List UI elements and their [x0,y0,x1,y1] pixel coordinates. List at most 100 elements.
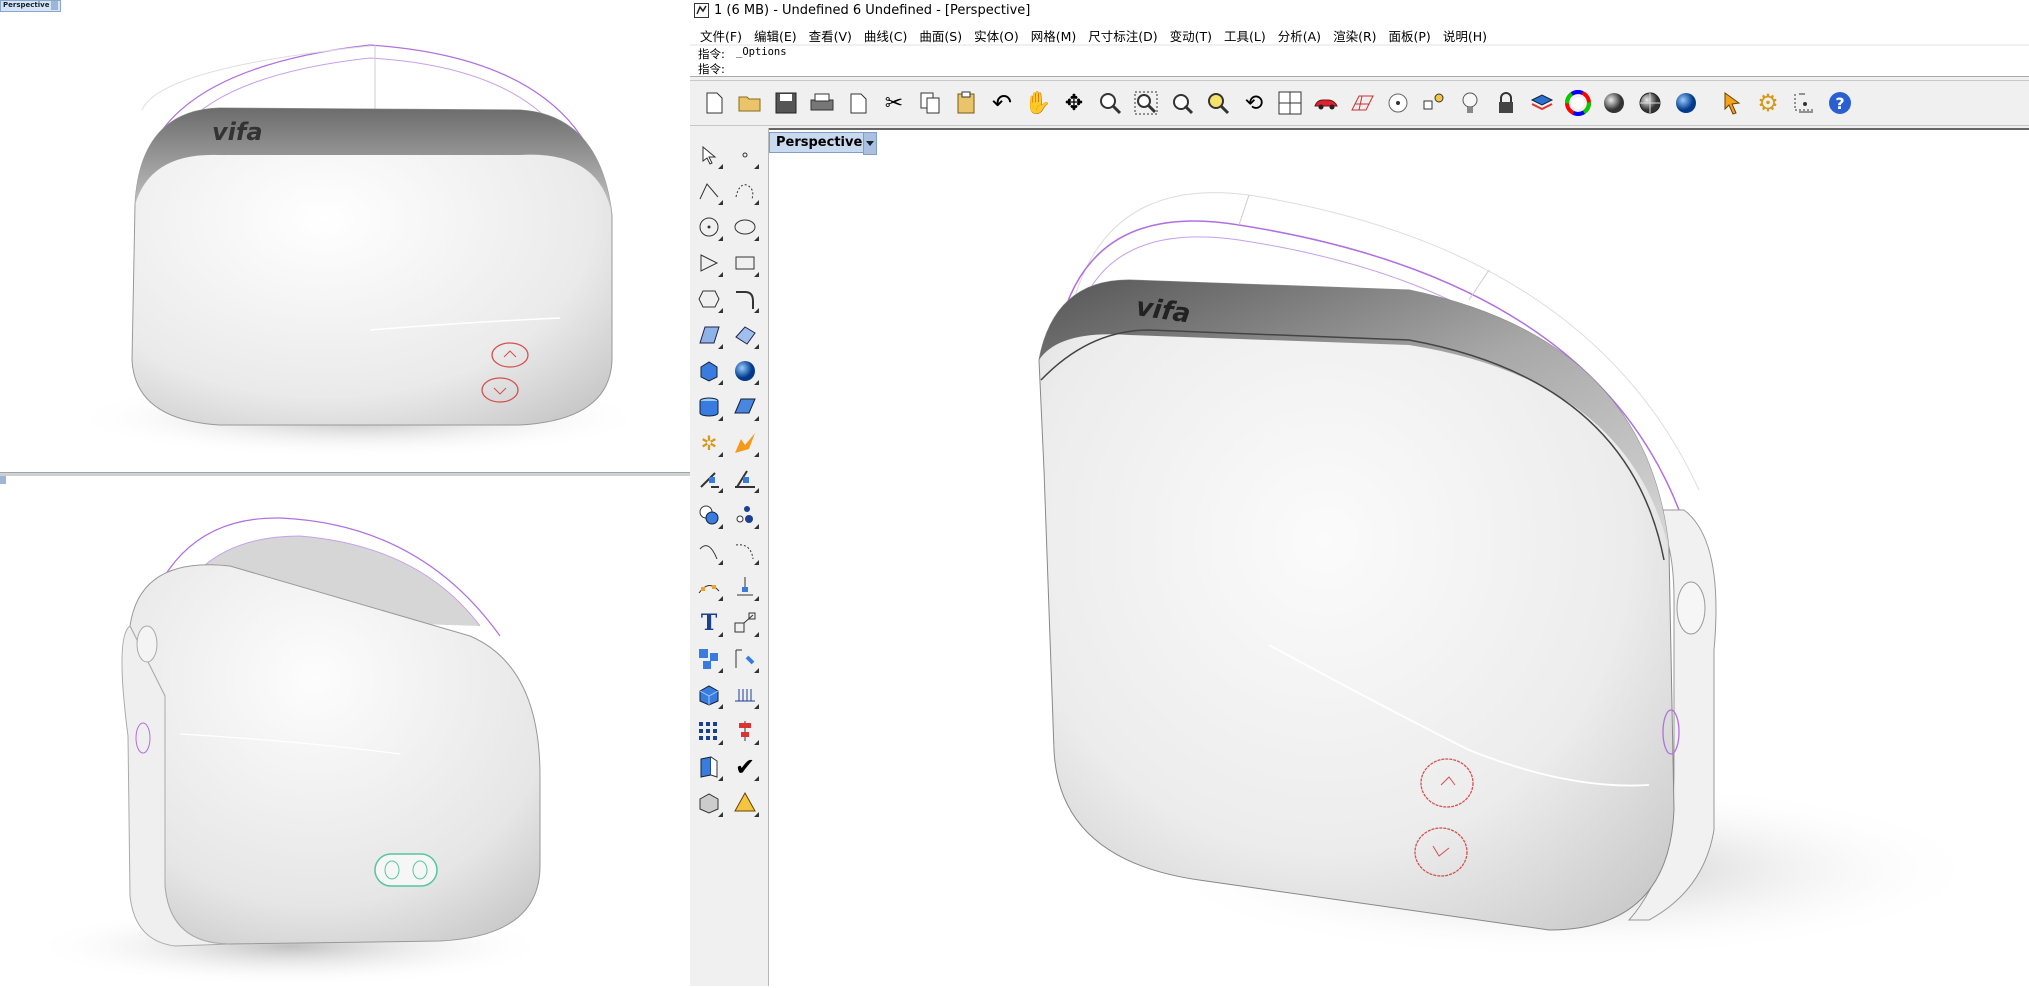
top-left-viewport[interactable]: Perspective vifa [0,0,690,472]
rotate-view-icon[interactable]: ✥ [1060,89,1088,117]
rotate-camera-icon[interactable]: ⟲ [1240,89,1268,117]
lock-icon[interactable] [1492,89,1520,117]
fillet-icon[interactable] [730,536,760,566]
command-prompt-label: 指令: [698,62,725,76]
shaded-sphere-icon[interactable] [1600,89,1628,117]
scale-icon[interactable] [730,608,760,638]
menu-transform[interactable]: 变动(T) [1164,22,1218,45]
point-snap-icon[interactable] [1384,89,1412,117]
settings-gear-icon[interactable]: ⚙ [1754,89,1782,117]
svg-text:?: ? [1835,94,1844,113]
view-pages-icon[interactable] [694,752,724,782]
open-folder-icon[interactable] [736,89,764,117]
project-icon[interactable] [730,572,760,602]
new-file-icon[interactable] [700,89,728,117]
menu-bar: 文件(F) 编辑(E) 查看(V) 曲线(C) 曲面(S) 实体(O) 网格(M) 尺寸标注(… [690,22,2029,44]
select-filter-icon[interactable] [1718,89,1746,117]
perspective-viewport[interactable]: Perspective vifa [769,128,2029,988]
boolean-icon[interactable] [694,500,724,530]
trim-icon[interactable] [730,464,760,494]
hexagon-icon[interactable] [694,284,724,314]
blue-sphere-icon[interactable] [1672,89,1700,117]
light-bulb-icon[interactable] [1456,89,1484,117]
save-icon[interactable] [772,89,800,117]
polygon-icon[interactable] [694,248,724,278]
menu-tools[interactable]: 工具(L) [1218,22,1272,45]
command-input[interactable] [736,62,2016,74]
rhino-app-icon [694,3,709,18]
burst-icon[interactable] [730,428,760,458]
shade-box-icon[interactable] [694,788,724,818]
split-points-icon[interactable] [730,500,760,530]
align-icon[interactable] [730,716,760,746]
menu-panels[interactable]: 面板(P) [1383,22,1437,45]
ellipse-icon[interactable] [730,212,760,242]
point-icon[interactable] [730,140,760,170]
circle-icon[interactable] [694,212,724,242]
sphere-solid-icon[interactable] [730,356,760,386]
bottom-left-viewport[interactable] [0,476,690,986]
cut-icon[interactable]: ✂ [880,89,908,117]
dimension-icon[interactable] [1790,89,1818,117]
arc-icon[interactable] [694,536,724,566]
transform-icon[interactable] [730,644,760,674]
explode-icon[interactable]: ✲ [694,428,724,458]
curve-icon[interactable] [730,176,760,206]
car-render-icon[interactable] [1312,89,1340,117]
rectangle-icon[interactable] [730,248,760,278]
title-bar: 1 (6 MB) - Undefined 6 Undefined - [Pers… [690,0,2029,22]
menu-mesh[interactable]: 网格(M) [1025,22,1083,45]
four-viewports-icon[interactable] [1276,89,1304,117]
command-history-label: 指令: [698,47,725,61]
cylinder-solid-icon[interactable] [694,392,724,422]
menu-surface[interactable]: 曲面(S) [913,22,968,45]
menu-view[interactable]: 查看(V) [803,22,858,45]
zoom-extents-icon[interactable] [1168,89,1196,117]
speaker-front-render: vifa [70,44,650,458]
zoom-window-icon[interactable] [1132,89,1160,117]
print-icon[interactable] [808,89,836,117]
menu-solid[interactable]: 实体(O) [968,22,1025,45]
array-curve-icon[interactable] [694,572,724,602]
extend-icon[interactable] [694,464,724,494]
array-grid-icon[interactable] [694,716,724,746]
help-icon[interactable]: ? [1826,89,1854,117]
menu-file[interactable]: 文件(F) [694,22,748,45]
grid-snap-icon[interactable] [730,680,760,710]
surface-grid-icon[interactable] [694,320,724,350]
pan-hand-icon[interactable]: ✋ [1024,89,1052,117]
color-wheel-icon[interactable] [1564,89,1592,117]
standard-toolbar: ✂ ↶ ✋ ✥ ⟲ ⚙ ? [690,80,2029,126]
zoom-selected-icon[interactable] [1204,89,1232,117]
fillet-curve-icon[interactable] [730,284,760,314]
cube-icon[interactable] [694,680,724,710]
page-setup-icon[interactable] [844,89,872,117]
command-line: 指令: [690,61,2029,77]
speaker-perspective-render: vifa [1038,192,1989,960]
object-snap-icon[interactable] [1420,89,1448,117]
tool-sidebar: ✲ T ✔ [690,128,769,986]
polyline-icon[interactable] [694,176,724,206]
undo-icon[interactable]: ↶ [988,89,1016,117]
copy-icon[interactable] [916,89,944,117]
menu-curve[interactable]: 曲线(C) [858,22,913,45]
menu-dimension[interactable]: 尺寸标注(D) [1082,22,1163,45]
surface-patch-icon[interactable] [730,320,760,350]
command-history: 指令: _Options [690,46,2029,61]
box-solid-icon[interactable] [694,356,724,386]
zoom-icon[interactable] [1096,89,1124,117]
render-pyramid-icon[interactable] [730,788,760,818]
group-icon[interactable] [694,644,724,674]
paste-icon[interactable] [952,89,980,117]
rendered-sphere-icon[interactable] [1636,89,1664,117]
check-icon[interactable]: ✔ [730,752,760,782]
menu-help[interactable]: 说明(H) [1437,22,1493,45]
select-arrow-icon[interactable] [694,140,724,170]
menu-render[interactable]: 渲染(R) [1327,22,1382,45]
grid-plane-icon[interactable] [1348,89,1376,117]
menu-analyze[interactable]: 分析(A) [1272,22,1327,45]
mesh-plane-icon[interactable] [730,392,760,422]
layer-icon[interactable] [1528,89,1556,117]
menu-edit[interactable]: 编辑(E) [748,22,803,45]
text-icon[interactable]: T [694,608,724,638]
